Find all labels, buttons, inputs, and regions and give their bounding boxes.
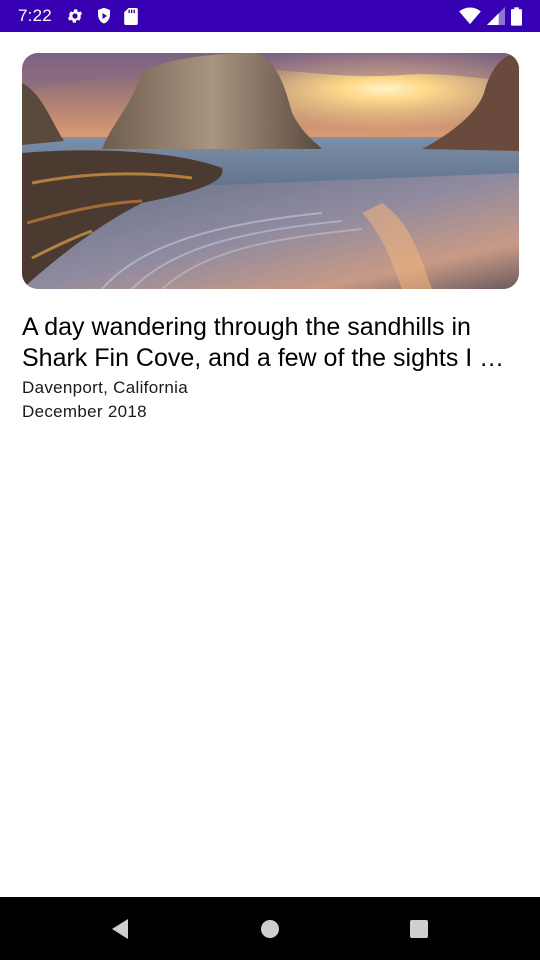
recents-icon — [409, 919, 429, 939]
navigation-bar — [0, 897, 540, 960]
status-bar: 7:22 — [0, 0, 540, 32]
content-area: A day wandering through the sandhills in… — [0, 32, 540, 897]
recents-button[interactable] — [389, 897, 449, 960]
gear-icon — [66, 7, 84, 25]
status-notification-icons — [66, 7, 138, 25]
card-title[interactable]: A day wandering through the sandhills in… — [22, 312, 522, 374]
battery-icon — [511, 6, 522, 26]
home-button[interactable] — [240, 897, 300, 960]
cell-signal-icon — [487, 7, 505, 25]
sd-card-icon — [124, 7, 138, 25]
play-protect-icon — [96, 7, 112, 25]
back-button[interactable] — [90, 897, 150, 960]
card-location: Davenport, California — [22, 378, 188, 397]
status-system-icons — [459, 6, 522, 26]
status-time: 7:22 — [18, 6, 52, 25]
wifi-icon — [459, 7, 481, 25]
card-date: December 2018 — [22, 402, 147, 421]
back-icon — [110, 918, 130, 940]
home-icon — [260, 919, 280, 939]
beach-sunset-photo — [22, 53, 519, 289]
card-photo[interactable] — [22, 53, 519, 289]
